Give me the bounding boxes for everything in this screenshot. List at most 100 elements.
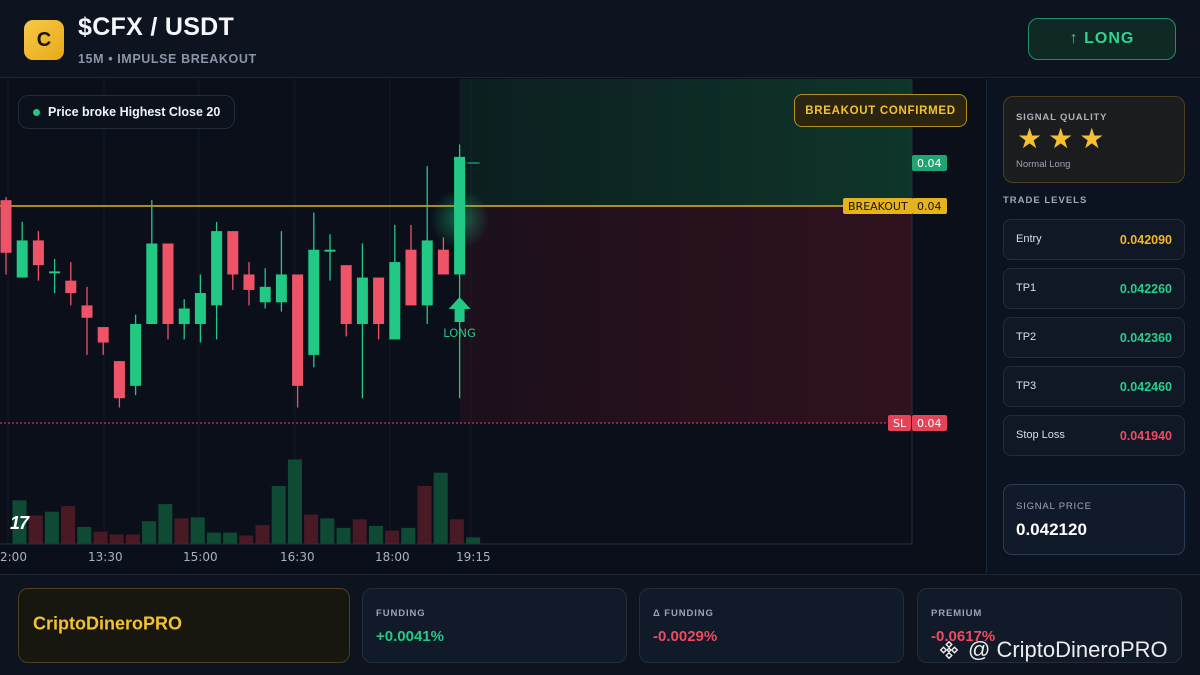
pair-title: $CFX / USDT [78,13,235,41]
breakout-info-text: Price broke Highest Close 20 [48,105,221,119]
time-axis-label: 2:00 [0,550,27,564]
exchange-logo-icon [939,640,959,660]
stat-title: Δ FUNDING [653,608,714,619]
stat-value: -0.0029% [653,628,718,645]
breakout-confirmed-badge: BREAKOUT CONFIRMED [794,94,967,127]
signal-price-title: SIGNAL PRICE [1016,501,1092,512]
volume-bar [61,506,76,544]
candle-body [373,277,385,324]
candle-body [32,240,44,266]
candle-body [437,249,449,275]
candle-body [162,243,174,324]
volume-bar [255,525,270,544]
signal-quality-title: SIGNAL QUALITY [1016,112,1108,123]
breakout-info-pill: Price broke Highest Close 20 [18,95,236,129]
signal-price-value: 0.042120 [1016,520,1087,539]
volume-bar [93,531,108,544]
candle-body [194,293,206,324]
trade-level-tp2: TP2 0.042360 [1003,317,1185,358]
signal-quality-label: Normal Long [1016,159,1071,170]
price-tag-sl: 0.04 [912,415,947,431]
candle-body [130,323,142,386]
candle-body [259,286,271,303]
header: C $CFX / USDT 15M • IMPULSE BREAKOUT ↑ L… [0,0,1200,78]
volume-bar [304,514,319,544]
candlestick-chart: LONG [0,79,913,545]
status-dot-icon [33,108,40,116]
level-label: TP3 [1016,380,1037,392]
footer: CriptoDineroPRO FUNDING +0.0041% Δ FUNDI… [0,574,1200,675]
level-label: TP1 [1016,282,1037,294]
star-icon: ★ [1048,123,1074,154]
signal-quality-card: SIGNAL QUALITY ★ ★ ★ Normal Long [1003,96,1185,183]
quality-stars: ★ ★ ★ [1017,124,1104,154]
level-value: 0.042460 [1119,380,1172,394]
time-axis-label: 18:00 [375,550,410,564]
volume-bar [287,459,302,544]
time-axis-label: 15:00 [183,550,218,564]
candle-body [292,274,304,386]
volume-bar [44,511,59,544]
time-axis-label: 13:30 [88,550,123,564]
star-icon: ★ [1017,123,1043,154]
delta-funding-stat: Δ FUNDING -0.0029% [639,588,904,663]
volume-bar [352,519,367,544]
volume-bar [449,519,464,544]
candle-body [211,231,223,306]
coin-logo-icon: C [24,20,64,60]
level-value: 0.042260 [1119,282,1172,296]
signal-side-panel: SIGNAL QUALITY ★ ★ ★ Normal Long TRADE L… [986,79,1200,573]
level-value: 0.042090 [1119,233,1172,247]
volume-bar [125,534,140,544]
time-axis-label: 16:30 [280,550,315,564]
trade-level-tp1: TP1 0.042260 [1003,268,1185,309]
candle-body [389,262,401,340]
watermark-text: @ CriptoDineroPRO [968,637,1168,662]
breakout-line-label: BREAKOUT [843,198,913,214]
volume-bar [223,532,238,544]
watermark: @ CriptoDineroPRO [938,637,1168,663]
candle-body [97,327,109,343]
volume-bar [385,530,400,544]
candle-body [0,200,12,253]
volume-bar [320,518,335,544]
time-axis-label: 19:15 [456,550,491,564]
volume-bar [433,472,448,544]
volume-bar [239,535,254,544]
candle-body [308,249,320,355]
volume-bar [190,517,205,544]
candle-body [227,231,239,275]
funding-stat: FUNDING +0.0041% [362,588,627,663]
candle-body [81,305,93,318]
candle-body [275,274,287,303]
stop-loss-line-label: SL [888,415,912,431]
candle-body [340,265,352,324]
price-chart[interactable]: LONG Price broke Highest Close 20 BREAKO… [0,79,985,573]
price-tag-top: 0.04 [912,155,947,171]
volume-bar [142,521,157,544]
long-signal-label: LONG [443,326,476,340]
stat-title: FUNDING [376,608,426,619]
level-label: Stop Loss [1016,429,1065,441]
volume-bar [401,527,416,544]
trade-levels-title: TRADE LEVELS [1003,195,1088,206]
level-value: 0.041940 [1119,429,1172,443]
signal-price-card: SIGNAL PRICE 0.042120 [1003,484,1185,555]
level-label: Entry [1016,233,1042,245]
level-label: TP2 [1016,331,1037,343]
candle-body [65,280,77,294]
volume-bar [417,486,432,544]
long-direction-button[interactable]: ↑ LONG [1028,18,1176,60]
candle-body [405,249,417,306]
volume-bar [206,532,221,544]
brand-card: CriptoDineroPRO [18,588,350,663]
trade-level-tp3: TP3 0.042460 [1003,366,1185,407]
tradingview-logo-icon: 17 [10,513,29,533]
stat-value: +0.0041% [376,628,444,645]
candle-body [421,240,433,306]
candle-body [113,361,125,399]
candle-body [243,274,255,290]
risk-zone [459,206,912,423]
candle-body [324,249,336,252]
volume-bar [109,534,124,544]
